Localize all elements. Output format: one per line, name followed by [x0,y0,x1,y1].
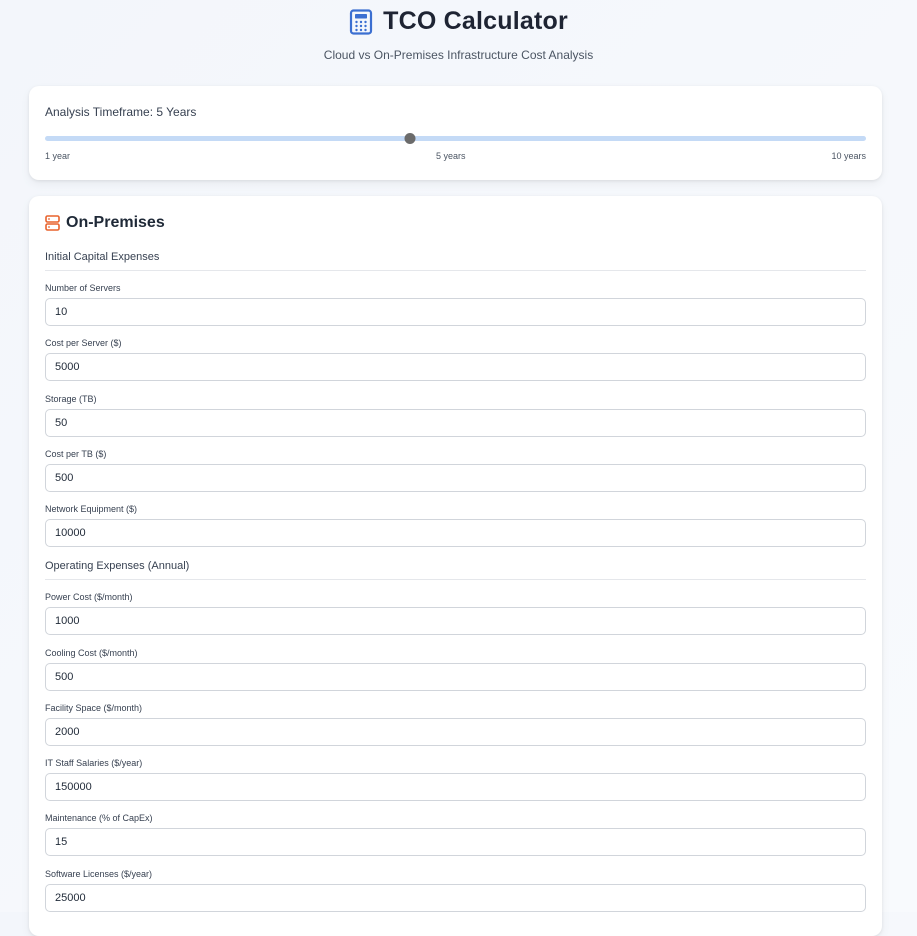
timeframe-slider-thumb[interactable] [404,133,416,144]
field-label-network-equipment: Network Equipment ($) [45,504,138,514]
page-subtitle: Cloud vs On-Premises Infrastructure Cost… [323,48,594,62]
calculator-icon [350,8,373,35]
page-title: TCO Calculator [383,7,568,35]
timeframe-slider[interactable] [45,133,866,144]
onprem-title: On-Premises [66,214,165,231]
power-cost-input[interactable] [45,607,866,635]
onprem-card: On-Premises Initial Capital Expenses Num… [29,196,882,936]
it-staff-salaries-input[interactable] [45,773,866,801]
field-label-number-of-servers: Number of Servers [45,283,121,293]
field-label-cost-per-tb: Cost per TB ($) [45,449,107,459]
cost-per-server-input[interactable] [45,353,866,381]
maintenance-input[interactable] [45,828,866,856]
timeframe-card: Analysis Timeframe: 5 Years 1 year 5 yea… [29,86,882,180]
field-label-cooling-cost: Cooling Cost ($/month) [45,648,138,658]
field-label-storage: Storage (TB) [45,394,97,404]
facility-space-input[interactable] [45,718,866,746]
field-label-maintenance: Maintenance (% of CapEx) [45,813,153,823]
number-of-servers-input[interactable] [45,298,866,326]
field-label-cost-per-server: Cost per Server ($) [45,338,122,348]
slider-tick-min: 1 year [45,151,71,161]
title-row: TCO Calculator [0,7,917,36]
cooling-cost-input[interactable] [45,663,866,691]
field-label-software-licenses: Software Licenses ($/year) [45,869,153,879]
opex-heading: Operating Expenses (Annual) [45,560,866,580]
timeframe-label: Analysis Timeframe: 5 Years [45,105,197,119]
capex-heading: Initial Capital Expenses [45,251,866,271]
storage-tb-input[interactable] [45,409,866,437]
onprem-heading: On-Premises [45,214,165,232]
cost-per-tb-input[interactable] [45,464,866,492]
software-licenses-input[interactable] [45,884,866,912]
network-equipment-input[interactable] [45,519,866,547]
field-label-facility-space: Facility Space ($/month) [45,703,143,713]
slider-tick-max: 10 years [831,151,866,161]
server-icon [45,215,60,231]
field-label-it-staff-salaries: IT Staff Salaries ($/year) [45,758,143,768]
field-label-power-cost: Power Cost ($/month) [45,592,133,602]
slider-tick-mid: 5 years [436,151,466,161]
